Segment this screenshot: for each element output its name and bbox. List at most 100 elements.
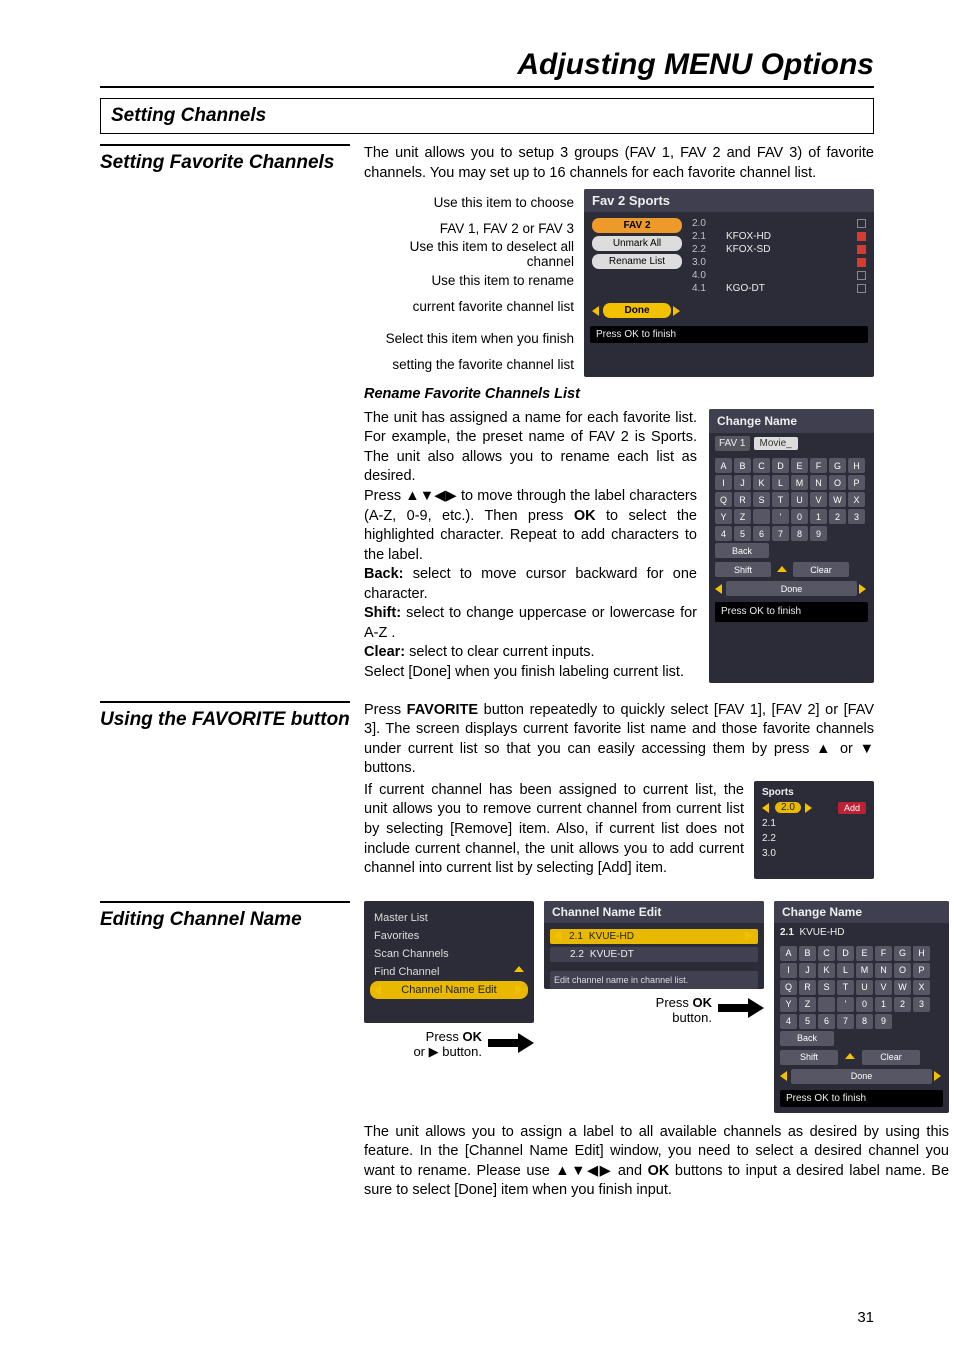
right-arrow-icon[interactable] bbox=[859, 584, 866, 594]
menu-item[interactable]: Find Channel bbox=[370, 963, 528, 981]
channel-toggle[interactable] bbox=[857, 245, 866, 254]
menu-item[interactable]: Channel Name Edit bbox=[370, 981, 528, 999]
key-L[interactable]: L bbox=[772, 475, 789, 490]
key-M[interactable]: M bbox=[791, 475, 808, 490]
key-blank[interactable] bbox=[818, 997, 835, 1012]
key-R[interactable]: R bbox=[799, 980, 816, 995]
up-arrow-icon[interactable] bbox=[777, 566, 787, 572]
done-button[interactable]: Done bbox=[603, 303, 671, 318]
key-8[interactable]: 8 bbox=[791, 526, 808, 541]
key-Z[interactable]: Z bbox=[734, 509, 751, 524]
menu-item[interactable]: Favorites bbox=[370, 927, 528, 945]
key-U[interactable]: U bbox=[791, 492, 808, 507]
right-arrow-icon[interactable] bbox=[673, 306, 680, 316]
key-0[interactable]: 0 bbox=[856, 997, 873, 1012]
key-L[interactable]: L bbox=[837, 963, 854, 978]
key-3[interactable]: 3 bbox=[913, 997, 930, 1012]
key-X[interactable]: X bbox=[913, 980, 930, 995]
menu-item[interactable]: Master List bbox=[370, 909, 528, 927]
channel-toggle[interactable] bbox=[857, 284, 866, 293]
key-6[interactable]: 6 bbox=[818, 1014, 835, 1029]
key-W[interactable]: W bbox=[894, 980, 911, 995]
list-item[interactable]: 3.0 bbox=[758, 846, 870, 861]
key-W[interactable]: W bbox=[829, 492, 846, 507]
back-key[interactable]: Back bbox=[715, 543, 769, 558]
key-V[interactable]: V bbox=[810, 492, 827, 507]
key-5[interactable]: 5 bbox=[734, 526, 751, 541]
channel-row[interactable]: 2.1KVUE-HD bbox=[550, 929, 758, 944]
key-1[interactable]: 1 bbox=[810, 509, 827, 524]
key-E[interactable]: E bbox=[791, 458, 808, 473]
key-0[interactable]: 0 bbox=[791, 509, 808, 524]
key-3[interactable]: 3 bbox=[848, 509, 865, 524]
key-Q[interactable]: Q bbox=[780, 980, 797, 995]
clear-key[interactable]: Clear bbox=[862, 1050, 920, 1065]
key-7[interactable]: 7 bbox=[837, 1014, 854, 1029]
key-U[interactable]: U bbox=[856, 980, 873, 995]
key-J[interactable]: J bbox=[799, 963, 816, 978]
shift-key[interactable]: Shift bbox=[715, 562, 771, 577]
shift-key[interactable]: Shift bbox=[780, 1050, 838, 1065]
key-O[interactable]: O bbox=[829, 475, 846, 490]
left-arrow-icon[interactable] bbox=[715, 584, 722, 594]
channel-row[interactable]: 2.2KVUE-DT bbox=[550, 947, 758, 962]
key-N[interactable]: N bbox=[810, 475, 827, 490]
back-key[interactable]: Back bbox=[780, 1031, 834, 1046]
key-6[interactable]: 6 bbox=[753, 526, 770, 541]
key-I[interactable]: I bbox=[715, 475, 732, 490]
add-button[interactable]: Add bbox=[838, 802, 866, 814]
key-Y[interactable]: Y bbox=[715, 509, 732, 524]
left-arrow-icon[interactable] bbox=[762, 803, 769, 813]
key-B[interactable]: B bbox=[734, 458, 751, 473]
key-1[interactable]: 1 bbox=[875, 997, 892, 1012]
key-9[interactable]: 9 bbox=[810, 526, 827, 541]
key-2[interactable]: 2 bbox=[894, 997, 911, 1012]
key-I[interactable]: I bbox=[780, 963, 797, 978]
key-F[interactable]: F bbox=[810, 458, 827, 473]
left-arrow-icon[interactable] bbox=[592, 306, 599, 316]
key-A[interactable]: A bbox=[715, 458, 732, 473]
key-N[interactable]: N bbox=[875, 963, 892, 978]
unmark-all-button[interactable]: Unmark All bbox=[592, 236, 682, 251]
key-7[interactable]: 7 bbox=[772, 526, 789, 541]
left-arrow-icon[interactable] bbox=[780, 1071, 787, 1081]
key-T[interactable]: T bbox=[837, 980, 854, 995]
key-blank[interactable] bbox=[753, 509, 770, 524]
key-J[interactable]: J bbox=[734, 475, 751, 490]
key-C[interactable]: C bbox=[818, 946, 835, 961]
key-E[interactable]: E bbox=[856, 946, 873, 961]
key-P[interactable]: P bbox=[913, 963, 930, 978]
key-H[interactable]: H bbox=[913, 946, 930, 961]
key-5[interactable]: 5 bbox=[799, 1014, 816, 1029]
key-2[interactable]: 2 bbox=[829, 509, 846, 524]
key-Q[interactable]: Q bbox=[715, 492, 732, 507]
key-H[interactable]: H bbox=[848, 458, 865, 473]
channel-toggle[interactable] bbox=[857, 232, 866, 241]
key-P[interactable]: P bbox=[848, 475, 865, 490]
channel-toggle[interactable] bbox=[857, 271, 866, 280]
key-Z[interactable]: Z bbox=[799, 997, 816, 1012]
key-4[interactable]: 4 bbox=[780, 1014, 797, 1029]
key-D[interactable]: D bbox=[837, 946, 854, 961]
done-key[interactable]: Done bbox=[791, 1069, 932, 1084]
key-4[interactable]: 4 bbox=[715, 526, 732, 541]
key-A[interactable]: A bbox=[780, 946, 797, 961]
done-key[interactable]: Done bbox=[726, 581, 857, 596]
key-V[interactable]: V bbox=[875, 980, 892, 995]
menu-item[interactable]: Scan Channels bbox=[370, 945, 528, 963]
key-8[interactable]: 8 bbox=[856, 1014, 873, 1029]
channel-toggle[interactable] bbox=[857, 258, 866, 267]
key-Y[interactable]: Y bbox=[780, 997, 797, 1012]
key-F[interactable]: F bbox=[875, 946, 892, 961]
right-arrow-icon[interactable] bbox=[934, 1071, 941, 1081]
fav2-button[interactable]: FAV 2 bbox=[592, 218, 682, 233]
key-K[interactable]: K bbox=[818, 963, 835, 978]
key-9[interactable]: 9 bbox=[875, 1014, 892, 1029]
key-M[interactable]: M bbox=[856, 963, 873, 978]
list-item[interactable]: 2.1 bbox=[758, 816, 870, 831]
key-O[interactable]: O bbox=[894, 963, 911, 978]
key-D[interactable]: D bbox=[772, 458, 789, 473]
key-G[interactable]: G bbox=[829, 458, 846, 473]
key-G[interactable]: G bbox=[894, 946, 911, 961]
key-B[interactable]: B bbox=[799, 946, 816, 961]
